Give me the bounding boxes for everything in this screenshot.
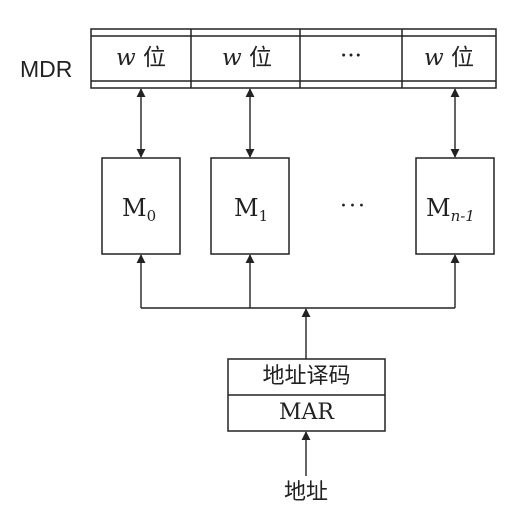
mdr-cell-2: w 位 [203,47,291,70]
module-ellipsis: ··· [340,194,367,219]
diagram-lines [90,28,497,476]
mdr-cell-1: w 位 [100,47,182,70]
mdr-cell-1-var: w [116,45,136,71]
module-m1-label: M1 [234,196,268,224]
mdr-cell-2-var: w [222,45,242,71]
module-mn1-label: Mn-1 [426,196,475,224]
decoder-label: 地址译码 [262,364,351,389]
module-mn1-sub: n-1 [451,207,475,225]
module-m0-sub: 0 [146,207,157,225]
mdr-cell-3-ellipsis: ··· [340,43,362,69]
memory-organization-diagram: MDR w 位 w 位 ··· w 位 M0 M1 ··· Mn-1 地址译码 … [0,0,517,512]
mar-label: MAR [279,400,334,425]
mdr-cell-4-unit: 位 [451,45,474,71]
mdr-label: MDR [20,56,73,82]
module-m1-base: M [234,194,259,222]
module-mn1-sub-text: n-1 [450,207,475,225]
mdr-cell-1-unit: 位 [143,45,166,71]
mdr-cell-2-unit: 位 [249,45,272,71]
module-m1-sub: 1 [258,207,269,225]
address-input-label: 地址 [283,480,328,505]
module-m0-label: M0 [122,196,156,224]
module-mn1-base: M [426,194,451,222]
mdr-cell-4-var: w [424,45,444,71]
mdr-cell-4: w 位 [408,47,490,70]
module-m0-base: M [122,194,147,222]
